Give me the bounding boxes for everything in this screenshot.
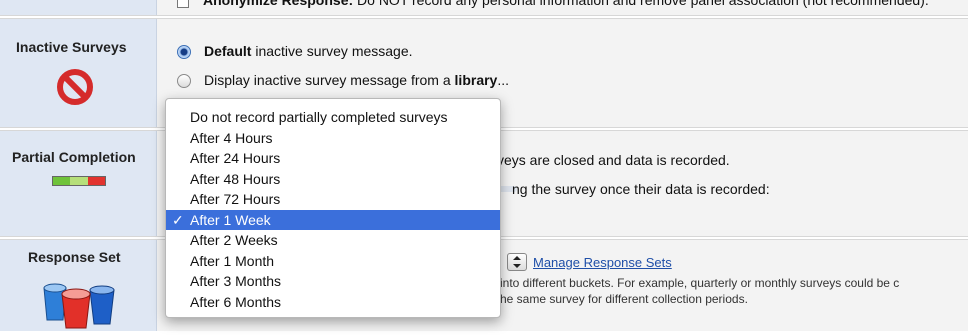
progress-bar-icon	[52, 176, 106, 186]
anonymize-label: Anonymize Response: Do NOT record any pe…	[203, 0, 929, 8]
response-set-cell: Response Set	[0, 240, 157, 331]
dropdown-option-label: After 1 Week	[190, 211, 271, 228]
dropdown-option[interactable]: After 48 Hours	[166, 169, 500, 189]
inactive-surveys-title: Inactive Surveys	[16, 39, 127, 55]
anonymize-row: Anonymize Response: Do NOT record any pe…	[157, 0, 968, 16]
dropdown-option[interactable]: ✓ After 1 Week	[166, 209, 500, 230]
dropdown-option[interactable]: After 6 Months	[166, 292, 500, 312]
dropdown-option[interactable]: After 4 Hours	[166, 128, 500, 148]
dropdown-option[interactable]: After 72 Hours	[166, 189, 500, 209]
response-set-select-stepper[interactable]	[507, 253, 527, 271]
dropdown-option-label: After 48 Hours	[190, 170, 281, 187]
partial-completion-cell: Partial Completion	[0, 131, 157, 236]
partial-option-text: ng the survey once their data is recorde…	[512, 181, 770, 197]
dropdown-option[interactable]: Do not record partially completed survey…	[166, 107, 500, 127]
dropdown-option-label: Do not record partially completed survey…	[190, 109, 448, 125]
partial-completion-title: Partial Completion	[12, 149, 136, 165]
inactive-surveys-cell: Inactive Surveys	[0, 19, 157, 127]
checkmark-icon: ✓	[172, 211, 184, 228]
partial-option-text: veys are closed and data is recorded.	[497, 152, 730, 168]
dropdown-option-label: After 1 Month	[190, 252, 275, 269]
partial-completion-dropdown-menu[interactable]: Do not record partially completed survey…	[165, 98, 501, 318]
dropdown-option-label: After 6 Months	[190, 293, 282, 310]
dropdown-option[interactable]: After 1 Month	[166, 251, 500, 271]
response-set-description: he same survey for different collection …	[500, 292, 748, 306]
default-message-label: Default inactive survey message.	[204, 43, 413, 59]
buckets-icon	[40, 278, 120, 335]
dropdown-option[interactable]: After 24 Hours	[166, 148, 500, 168]
anonymize-left-cell	[0, 0, 157, 16]
dropdown-option-label: After 3 Months	[190, 273, 282, 289]
no-entry-icon	[56, 68, 94, 111]
response-set-description: into different buckets. For example, qua…	[500, 276, 900, 290]
library-message-label: Display inactive survey message from a l…	[204, 72, 510, 88]
default-message-radio[interactable]	[177, 45, 191, 59]
dropdown-option[interactable]: After 3 Months	[166, 271, 500, 291]
anonymize-checkbox[interactable]	[177, 0, 189, 8]
response-set-title: Response Set	[28, 249, 121, 265]
dropdown-option-label: After 24 Hours	[190, 150, 281, 166]
manage-response-sets-link[interactable]: Manage Response Sets	[533, 255, 672, 270]
dropdown-option-label: After 2 Weeks	[190, 232, 278, 248]
dropdown-option[interactable]: After 2 Weeks	[166, 230, 500, 250]
dropdown-option-label: After 72 Hours	[190, 191, 281, 207]
dropdown-option-label: After 4 Hours	[190, 129, 273, 146]
library-message-radio[interactable]	[177, 74, 191, 88]
